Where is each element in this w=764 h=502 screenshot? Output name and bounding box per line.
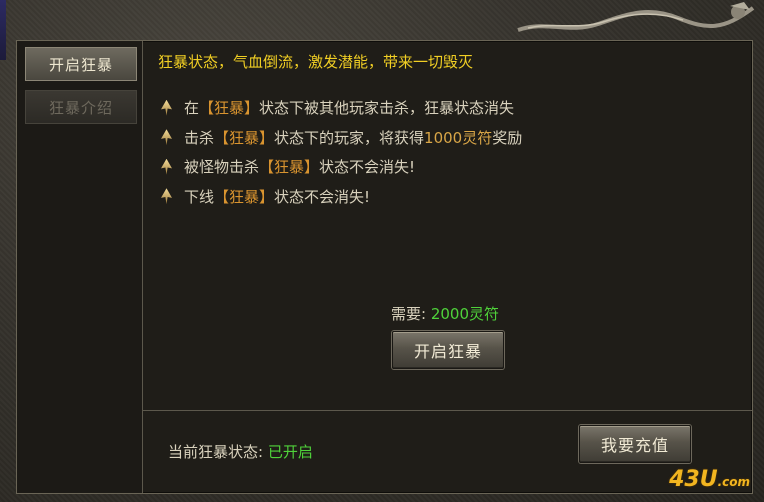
window-edge [0, 0, 6, 60]
rule-text-post: 状态下被其他玩家击杀，狂暴状态消失 [259, 99, 515, 118]
rule-text-pre: 击杀 [184, 128, 215, 147]
tab-berserk-intro[interactable]: 狂暴介绍 [25, 90, 137, 124]
berserk-status: 当前狂暴状态: 已开启 [168, 441, 313, 462]
rule-text-pre: 下线 [184, 187, 215, 206]
rule-text-pre: 被怪物击杀 [184, 158, 260, 177]
headline: 狂暴状态，气血倒流，激发潜能，带来一切毁灭 [158, 53, 474, 71]
rule-tag: 【狂暴】 [259, 158, 320, 177]
logo-text: 43U [669, 467, 718, 492]
cost-label: 需要: [391, 305, 427, 323]
rule-text-post: 奖励 [492, 128, 523, 147]
rule-text-post: 状态不会消失! [319, 158, 416, 177]
rule-text-pre: 在 [184, 99, 200, 118]
list-item: 下线 【狂暴】 状态不会消失! [161, 182, 522, 212]
site-logo: 43U.com [669, 467, 750, 492]
cost-value: 2000灵符 [430, 305, 500, 323]
diamond-arrow-icon [161, 188, 172, 205]
rule-tag: 【狂暴】 [214, 187, 275, 206]
diamond-arrow-icon [161, 99, 172, 116]
rule-text-mid: 状态下的玩家，将获得 [274, 128, 425, 147]
status-value: 已开启 [267, 443, 313, 461]
open-berserk-button[interactable]: 开启狂暴 [392, 331, 504, 369]
list-item: 在 【狂暴】 状态下被其他玩家击杀，狂暴状态消失 [161, 93, 522, 123]
rule-reward: 1000灵符 [424, 128, 493, 147]
status-label: 当前狂暴状态: [168, 443, 264, 461]
diamond-arrow-icon [161, 129, 172, 146]
content-area: 狂暴状态，气血倒流，激发潜能，带来一切毁灭 在 【狂暴】 状态下被其他玩家击杀，… [143, 41, 752, 493]
dragon-ornament-icon [517, 2, 755, 32]
diamond-arrow-icon [161, 158, 172, 175]
tab-open-berserk[interactable]: 开启狂暴 [25, 47, 137, 81]
list-item: 被怪物击杀 【狂暴】 状态不会消失! [161, 152, 522, 182]
window-frame: 开启狂暴 狂暴介绍 狂暴状态，气血倒流，激发潜能，带来一切毁灭 在 【狂暴】 状… [0, 0, 764, 502]
list-item: 击杀 【狂暴】 状态下的玩家，将获得 1000灵符 奖励 [161, 123, 522, 153]
rule-tag: 【狂暴】 [199, 99, 260, 118]
berserk-panel: 开启狂暴 狂暴介绍 狂暴状态，气血倒流，激发潜能，带来一切毁灭 在 【狂暴】 状… [16, 40, 753, 494]
rule-text-post: 状态不会消失! [274, 187, 371, 206]
rule-tag: 【狂暴】 [214, 128, 275, 147]
recharge-button[interactable]: 我要充值 [579, 425, 691, 463]
cost-line: 需要: 2000灵符 [391, 303, 499, 324]
tab-sidebar: 开启狂暴 狂暴介绍 [17, 41, 143, 493]
logo-suffix: .com [717, 475, 750, 489]
divider [143, 410, 752, 411]
rules-list: 在 【狂暴】 状态下被其他玩家击杀，狂暴状态消失 击杀 【狂暴】 状态下的玩家，… [161, 93, 522, 211]
